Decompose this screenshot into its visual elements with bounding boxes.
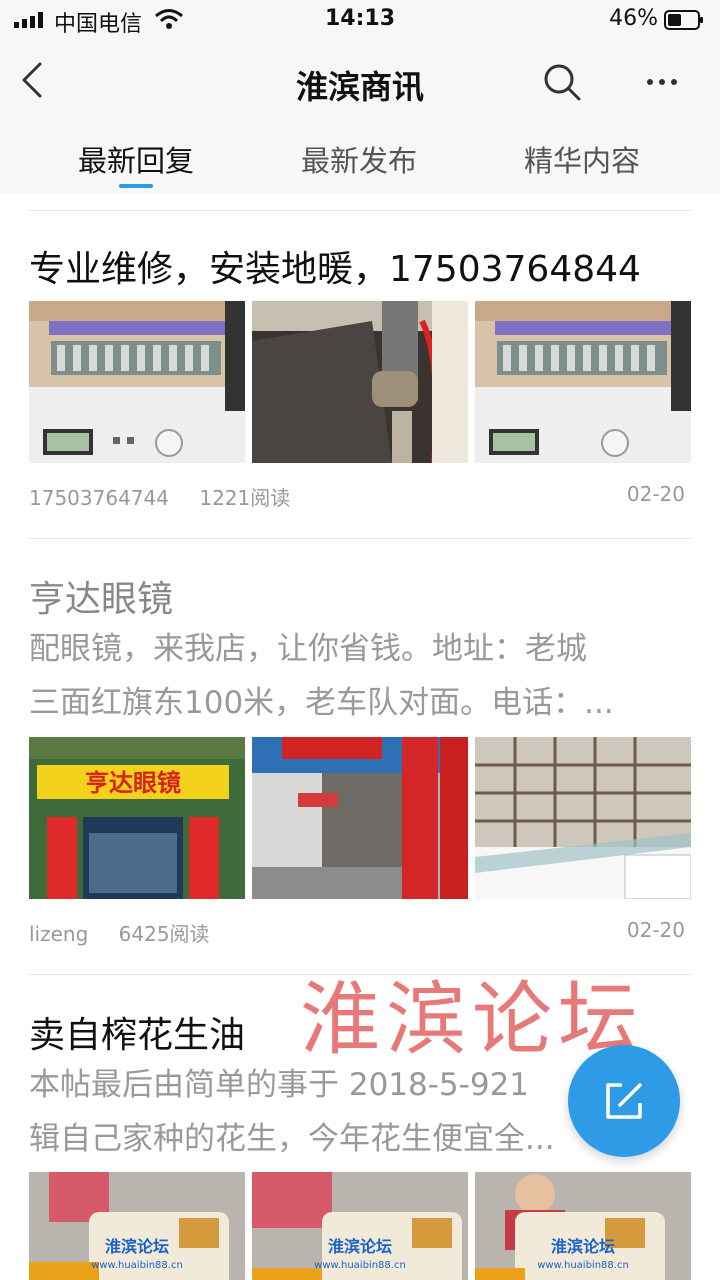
boiler-burner-photo[interactable] — [475, 301, 691, 463]
post-date: 02-20 — [626, 918, 685, 942]
post-title[interactable]: 卖自榨花生油 — [29, 1006, 245, 1058]
boiler-pipe-photo[interactable] — [252, 301, 468, 463]
active-tab-indicator — [119, 184, 153, 188]
compose-icon — [606, 1083, 642, 1119]
peanut-oil-photo[interactable]: 淮滨论坛 www.huaibin88.cn — [252, 1172, 468, 1280]
post-title[interactable]: 亨达眼镜 — [29, 570, 173, 622]
post-author: lizeng — [29, 922, 89, 946]
thumb-watermark: 淮滨论坛 — [328, 1237, 392, 1256]
thumb-watermark-url: www.huaibin88.cn — [537, 1260, 629, 1271]
post-read-count: 6425阅读 — [118, 922, 210, 946]
thumb-watermark: 淮滨论坛 — [551, 1237, 615, 1256]
post-read-count: 1221阅读 — [199, 486, 291, 510]
tab-latest-reply[interactable]: 最新回复 — [36, 138, 236, 180]
more-horizontal-icon[interactable] — [642, 64, 682, 100]
search-icon[interactable] — [542, 62, 582, 102]
thumb-watermark-url: www.huaibin88.cn — [314, 1260, 406, 1271]
post-image-row — [29, 301, 691, 463]
divider — [29, 210, 691, 211]
tab-bar: 最新回复 最新发布 精华内容 — [0, 124, 720, 194]
post-title[interactable]: 专业维修，安装地暖，17503764844 — [29, 240, 641, 292]
battery-percent: 46% — [609, 6, 658, 31]
post-author: 17503764744 — [29, 486, 169, 510]
thumb-watermark-url: www.huaibin88.cn — [91, 1260, 183, 1271]
excerpt-line: 配眼镜，来我店，让你省钱。地址：老城 — [29, 631, 587, 667]
status-bar: 中国电信 14:13 46% — [0, 0, 720, 40]
svg-text:亨达眼镜: 亨达眼镜 — [85, 769, 181, 797]
post-meta: lizeng 6425阅读 02-20 — [29, 918, 685, 947]
nav-bar: 淮滨商讯 — [0, 40, 720, 124]
peanut-oil-photo[interactable]: 淮滨论坛 www.huaibin88.cn — [475, 1172, 691, 1280]
street-signs-photo[interactable] — [252, 737, 468, 899]
post-image-row: 亨达眼镜 — [29, 737, 691, 899]
boiler-burner-photo[interactable] — [29, 301, 245, 463]
post-image-row: 淮滨论坛 www.huaibin88.cn 淮滨论坛 www.huaibin88… — [29, 1172, 691, 1280]
thumb-watermark: 淮滨论坛 — [105, 1237, 169, 1256]
post-excerpt: 配眼镜，来我店，让你省钱。地址：老城 三面红旗东100米，老车队对面。电话：..… — [29, 622, 691, 730]
compose-button[interactable] — [568, 1045, 680, 1157]
post-meta: 17503764744 1221阅读 02-20 — [29, 482, 685, 511]
tab-featured[interactable]: 精华内容 — [482, 138, 682, 180]
storefront-photo[interactable]: 亨达眼镜 — [29, 737, 245, 899]
battery-icon — [664, 10, 703, 30]
peanut-oil-photo[interactable]: 淮滨论坛 www.huaibin88.cn — [29, 1172, 245, 1280]
post-date: 02-20 — [626, 482, 685, 506]
divider — [29, 538, 691, 539]
tab-latest-post[interactable]: 最新发布 — [259, 138, 459, 180]
excerpt-line: 三面红旗东100米，老车队对面。电话：... — [29, 685, 614, 721]
page-title: 淮滨商讯 — [295, 68, 424, 106]
eyeglass-display-photo[interactable] — [475, 737, 691, 899]
